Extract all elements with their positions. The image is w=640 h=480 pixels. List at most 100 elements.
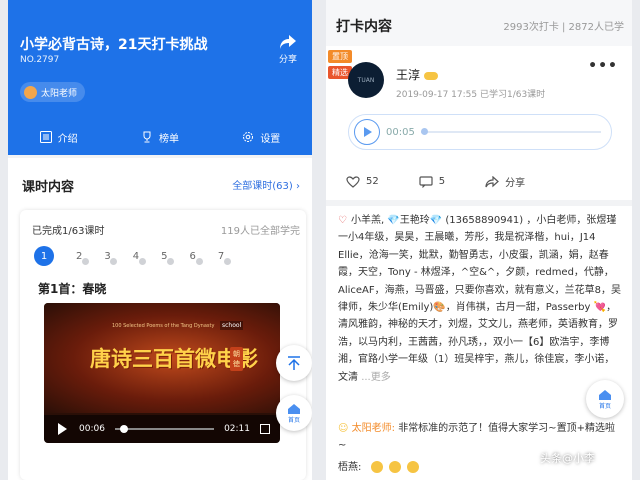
- home-label: 首页: [598, 402, 611, 410]
- home-label: 首页: [287, 416, 300, 424]
- step-1[interactable]: 1: [34, 246, 54, 266]
- play-icon[interactable]: [58, 423, 67, 435]
- section-divider: [326, 200, 632, 206]
- lessons-section-title: 课时内容: [22, 180, 75, 195]
- lock-dot-icon: [223, 257, 231, 265]
- author-name-label: 王淳: [396, 68, 421, 82]
- pinned-tag: 置顶: [328, 50, 352, 63]
- screenshot: 小学必背古诗，21天打卡挑战 NO.2797 分享 太阳老师 介绍 榜单 设置 …: [0, 0, 640, 480]
- teacher-name: 太阳老师: [41, 88, 78, 99]
- checkin-title-label: 打卡内容: [336, 19, 392, 35]
- all-lessons-link[interactable]: 全部课时(63) ›: [232, 177, 300, 192]
- heart-icon: [346, 175, 360, 188]
- comment-author[interactable]: 梧燕:: [338, 462, 361, 473]
- audio-play-button[interactable]: [354, 119, 380, 145]
- emoji-icon: [406, 461, 419, 473]
- comment-button[interactable]: 5: [419, 175, 446, 188]
- likes-more-link[interactable]: ...更多: [361, 372, 391, 383]
- comment-item: ☺ 太阳老师: 非常标准的示范了！值得大家学习~置顶+精选啦~: [338, 420, 618, 454]
- video-controls: 00:06 02:11: [44, 415, 280, 443]
- emoji-icon: [370, 461, 383, 473]
- lock-dot-icon: [110, 257, 118, 265]
- checkin-header: 打卡内容 2993次打卡 | 2872人已学: [326, 0, 632, 46]
- post-meta: 2019-09-17 17:55 已学习1/63课时: [396, 90, 546, 100]
- fullscreen-icon[interactable]: [260, 424, 270, 434]
- checkin-stats: 2993次打卡 | 2872人已学: [503, 22, 624, 33]
- lock-dot-icon: [195, 257, 203, 265]
- share-icon: [280, 35, 296, 49]
- likes-list: ♡ 小羊羔, 💎王艳玲💎 (13658890941) ，小白老师，张煜瑾 一小4年…: [338, 212, 624, 386]
- back-to-top-button[interactable]: [276, 345, 312, 381]
- video-duration: 02:11: [224, 424, 250, 434]
- lock-dot-icon: [82, 257, 89, 265]
- play-icon: [364, 127, 372, 137]
- tab-intro-label: 介绍: [57, 133, 78, 145]
- home-icon: [599, 389, 611, 400]
- comment-item: 梧燕:: [338, 458, 419, 473]
- step-3[interactable]: 3: [104, 251, 118, 265]
- tab-settings-label: 设置: [260, 133, 281, 145]
- author-avatar[interactable]: TUAN: [348, 62, 384, 98]
- chevron-right-icon: ›: [296, 181, 300, 192]
- teacher-chip[interactable]: 太阳老师: [20, 82, 86, 102]
- learned-count: 119人已全部学完: [220, 226, 300, 237]
- lock-dot-icon: [138, 257, 146, 265]
- level-badge-icon: [424, 71, 439, 80]
- likes-names: 小羊羔, 💎王艳玲💎 (13658890941) ，小白老师，张煜瑾 一小4年级…: [338, 215, 622, 383]
- step-7[interactable]: 7: [218, 251, 231, 265]
- trophy-icon: [143, 131, 151, 143]
- watermark: 头条@小李: [540, 452, 595, 465]
- course-number: NO.2797: [20, 55, 60, 65]
- lesson-panel: 已完成1/63课时 119人已全部学完 1 2 3 4 5 6 7 第1首：春晓…: [20, 210, 306, 480]
- heart-icon: ♡: [338, 215, 347, 226]
- course-hero: 小学必背古诗，21天打卡挑战 NO.2797 分享 太阳老师 介绍 榜单 设置: [8, 0, 312, 155]
- school-logo: school: [220, 321, 244, 330]
- home-button[interactable]: 首页: [276, 395, 312, 431]
- share-button[interactable]: 分享: [485, 174, 525, 189]
- share-button[interactable]: 分享: [272, 34, 304, 65]
- step-6-label: 6: [189, 250, 196, 262]
- list-icon: [39, 131, 52, 143]
- video-subtitle: 100 Selected Poems of the Tang Dynasty: [112, 323, 215, 329]
- home-button[interactable]: 首页: [586, 380, 624, 418]
- audio-player: 00:05: [348, 114, 612, 150]
- hero-tabs: 介绍 榜单 设置: [8, 122, 312, 152]
- completed-count: 已完成1/63课时: [32, 226, 105, 237]
- audio-progress-bar[interactable]: [420, 128, 601, 135]
- author-name[interactable]: 王淳: [396, 66, 439, 83]
- tab-ranking[interactable]: 榜单: [141, 130, 179, 145]
- tab-ranking-label: 榜单: [158, 133, 179, 145]
- video-progress-bar[interactable]: [114, 425, 215, 433]
- comment-count: 5: [438, 176, 446, 187]
- home-icon: [288, 403, 300, 414]
- step-6[interactable]: 6: [189, 250, 203, 265]
- more-options-icon[interactable]: •••: [588, 58, 618, 74]
- checkin-title: 打卡内容: [336, 16, 396, 36]
- like-count: 52: [366, 176, 379, 187]
- post-actions: 52 5 分享: [346, 174, 525, 189]
- all-lessons-label: 全部课时(63): [232, 181, 293, 192]
- share-label: 分享: [278, 55, 297, 65]
- video-badge: 朝徳: [230, 347, 243, 371]
- comment-author[interactable]: 太阳老师:: [352, 423, 395, 434]
- like-button[interactable]: 52: [346, 175, 379, 188]
- comment-icon: [419, 175, 433, 188]
- video-scrubber[interactable]: [119, 425, 128, 433]
- step-5[interactable]: 5: [161, 251, 175, 265]
- teacher-avatar: [24, 85, 37, 99]
- share-label: 分享: [505, 178, 526, 189]
- audio-time: 00:05: [386, 126, 415, 138]
- lesson-steps: 1 2 3 4 5 6 7: [34, 246, 231, 266]
- step-4[interactable]: 4: [133, 251, 146, 265]
- share-icon: [485, 175, 500, 187]
- audio-scrubber[interactable]: [420, 128, 428, 135]
- emoji-icon: [388, 461, 401, 473]
- step-2[interactable]: 2: [76, 251, 89, 265]
- smile-icon: ☺: [338, 423, 349, 434]
- course-page: 小学必背古诗，21天打卡挑战 NO.2797 分享 太阳老师 介绍 榜单 设置 …: [8, 0, 312, 480]
- video-player[interactable]: 100 Selected Poems of the Tang Dynasty 唐…: [44, 303, 280, 443]
- lock-dot-icon: [167, 257, 175, 265]
- tab-settings[interactable]: 设置: [242, 130, 280, 145]
- course-title: 小学必背古诗，21天打卡挑战: [20, 37, 208, 53]
- tab-intro[interactable]: 介绍: [39, 130, 78, 145]
